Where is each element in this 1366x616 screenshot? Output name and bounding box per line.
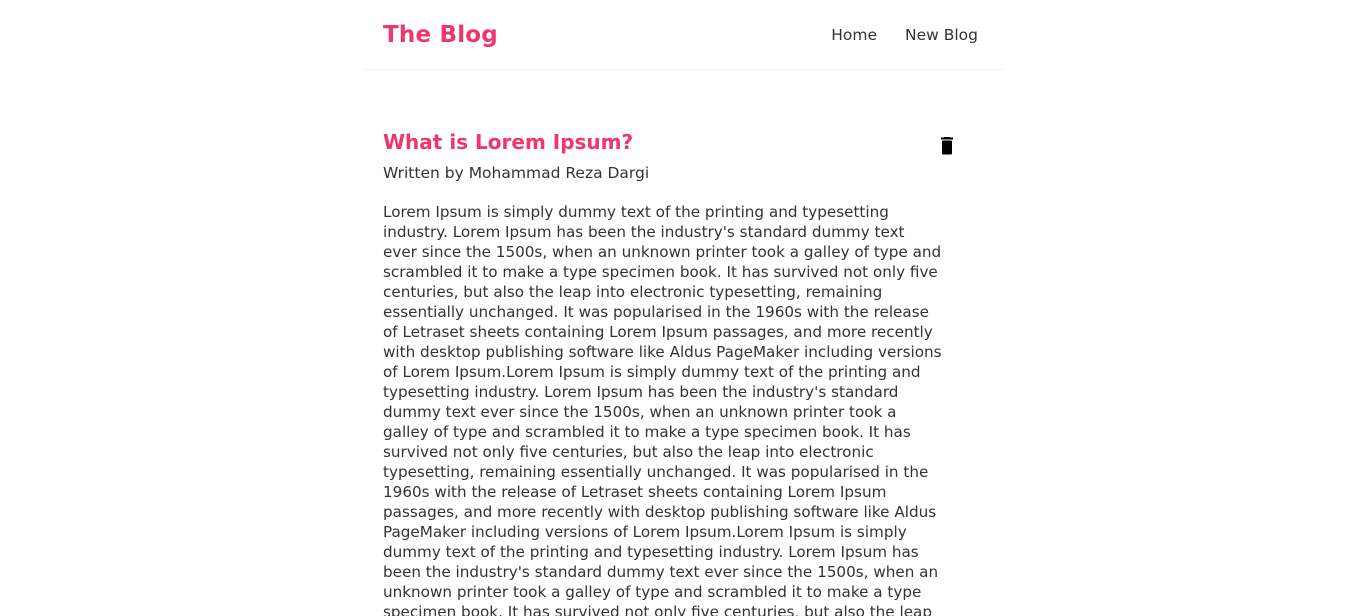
page-container: The Blog Home New Blog What is Lorem Ips… (363, 0, 1003, 616)
delete-button[interactable] (939, 137, 955, 155)
blog-body: Lorem Ipsum is simply dummy text of the … (383, 203, 942, 616)
blog-author: Written by Mohammad Reza Dargi (383, 164, 650, 182)
trash-icon (941, 137, 953, 155)
nav-link-new-blog[interactable]: New Blog (905, 26, 978, 44)
nav-links: Home New Blog (831, 26, 978, 44)
nav-link-home[interactable]: Home (831, 26, 877, 44)
brand-title: The Blog (383, 21, 498, 48)
blog-article: What is Lorem Ipsum? Written by Mohammad… (383, 130, 983, 616)
main-content: What is Lorem Ipsum? Written by Mohammad… (363, 70, 1003, 616)
blog-title: What is Lorem Ipsum? (383, 130, 634, 154)
navbar: The Blog Home New Blog (363, 0, 1003, 70)
